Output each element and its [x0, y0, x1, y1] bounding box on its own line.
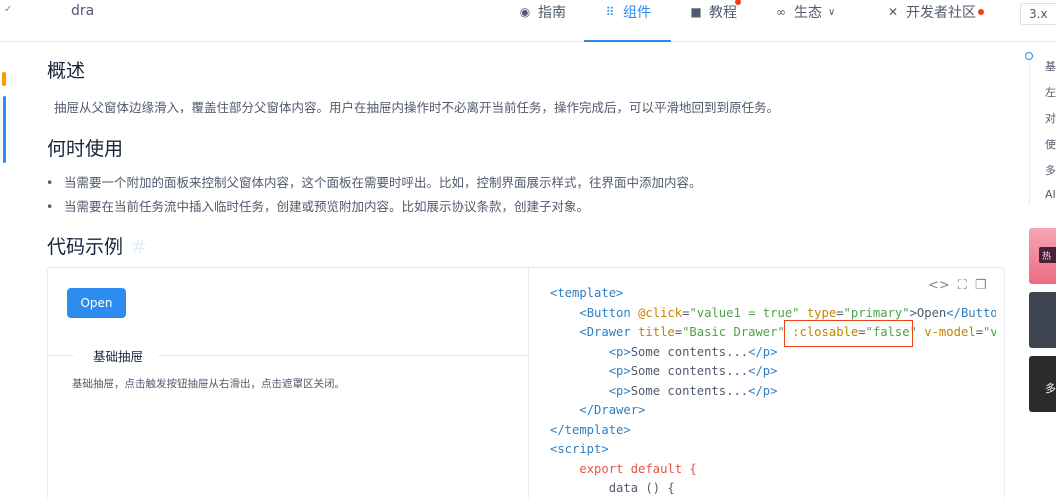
code-line: <p>Some contents...</p> — [550, 362, 996, 382]
anchor-item[interactable]: 对 — [1045, 110, 1056, 126]
divider — [48, 355, 74, 356]
open-drawer-button[interactable]: Open — [67, 288, 126, 318]
list-item: 当需要一个附加的面板来控制父窗体内容，这个面板在需要时呼出。比如，控制界面展示样… — [46, 172, 702, 196]
overview-text: 抽屉从父窗体边缘滑入，覆盖住部分父窗体内容。用户在抽屉内操作时不必离开当前任务，… — [54, 100, 780, 115]
anchor-rail — [1029, 60, 1030, 205]
video-icon: ■ — [690, 5, 702, 19]
code-token: v-model — [916, 325, 976, 339]
nav-label: 开发者社区 — [906, 5, 976, 21]
code-token: export default { — [579, 461, 697, 476]
sidebar-active-indicator — [3, 96, 6, 163]
code-token: Some contents... — [630, 364, 749, 378]
sponsor-card[interactable]: 多 — [1029, 356, 1056, 412]
code-line: <script> — [550, 440, 996, 460]
when-to-use-list: 当需要一个附加的面板来控制父窗体内容，这个面板在需要时呼出。比如，控制界面展示样… — [46, 172, 702, 220]
code-token: "Basic Drawer" — [682, 325, 785, 339]
anchor-item[interactable]: 多 — [1045, 162, 1056, 178]
nav-label: 组件 — [623, 5, 651, 21]
examples-heading: 代码示例 # — [47, 232, 147, 259]
code-token: </p> — [748, 344, 778, 359]
code-token: </Button — [946, 305, 996, 320]
code-line: export default { — [550, 460, 996, 480]
code-line: <p>Some contents...</p> — [550, 343, 996, 363]
nav-item-guide[interactable]: ◉ 指南 — [518, 2, 566, 22]
chevron-down-icon: ∨ — [828, 6, 836, 18]
divider — [158, 355, 528, 356]
nav-item-community[interactable]: ✕ 开发者社区 — [886, 2, 976, 22]
code-token: </p> — [748, 364, 778, 378]
code-token: >Open — [909, 305, 947, 320]
nav-label: 指南 — [538, 5, 566, 21]
code-token: type — [799, 305, 837, 320]
anchor-active-dot — [1025, 52, 1033, 60]
code-token: <Button — [579, 305, 639, 320]
list-item: 当需要在当前任务流中插入临时任务，创建或预览附加内容。比如展示协议条款，创建子对… — [46, 196, 702, 220]
code-token: Some contents... — [630, 344, 749, 359]
code-token: <p> — [608, 383, 631, 398]
code-token: <p> — [608, 364, 631, 378]
code-token: <script> — [550, 442, 609, 456]
nav-label: 生态 — [794, 5, 822, 21]
heading-text: 何时使用 — [47, 138, 124, 160]
search-input[interactable]: dra — [71, 3, 94, 19]
sponsor-tag: 热 — [1039, 247, 1056, 263]
when-to-use-heading: 何时使用 — [47, 134, 123, 161]
caret-icon[interactable]: ✓ — [4, 4, 12, 15]
code-line: </Drawer> — [550, 401, 996, 421]
code-token: = — [674, 325, 683, 339]
code-token: </template> — [550, 422, 631, 437]
anchor-item[interactable]: 左 — [1045, 84, 1056, 100]
top-navbar: ✓ dra ◉ 指南 ⠿ 组件 ■ 教程 ∞ 生态 ∨ ✕ 开发者社区 3.x — [0, 0, 1056, 42]
anchor-hash-link[interactable]: # — [131, 236, 147, 258]
nav-item-ecosystem[interactable]: ∞ 生态 ∨ — [774, 2, 835, 22]
sponsor-card[interactable] — [1029, 292, 1056, 348]
grid-icon: ⠿ — [605, 5, 615, 19]
code-line: data () { — [550, 479, 996, 498]
demo-title: 基础抽屉 — [93, 349, 144, 364]
code-line: <template> — [550, 284, 996, 304]
code-token: "va — [982, 325, 996, 339]
nav-item-tutorial[interactable]: ■ 教程 — [689, 2, 737, 22]
version-select[interactable]: 3.x — [1020, 3, 1056, 25]
demo-split — [528, 268, 529, 498]
overview-heading: 概述 — [47, 60, 86, 82]
code-token: </p> — [748, 383, 778, 398]
nav-label: 教程 — [709, 5, 737, 21]
code-line: <Button @click="value1 = true" type="pri… — [550, 304, 996, 324]
code-token: <Drawer — [579, 325, 639, 339]
code-token: = — [975, 325, 983, 339]
infinity-icon: ∞ — [776, 5, 786, 19]
code-token: Some contents... — [630, 383, 749, 398]
code-token: <template> — [550, 286, 624, 300]
code-token: "primary" — [843, 305, 910, 320]
anchor-item[interactable]: 基 — [1045, 58, 1056, 74]
code-token: "value1 = true" — [689, 305, 800, 320]
heading-text: 代码示例 — [47, 236, 124, 258]
nav-item-components[interactable]: ⠿ 组件 — [603, 2, 651, 22]
code-token: </Drawer> — [579, 403, 646, 417]
code-line: <p>Some contents...</p> — [550, 382, 996, 402]
sidebar-marker — [2, 72, 6, 86]
code-line: <Drawer title="Basic Drawer" :closable="… — [550, 323, 996, 343]
code-token: data () { — [608, 481, 675, 495]
tools-icon: ✕ — [887, 5, 899, 19]
code-line: </template> — [550, 421, 996, 441]
code-block: <template> <Button @click = "value1 = true… — [550, 284, 996, 498]
demo-card: Open 基础抽屉 基础抽屉，点击触发按钮抽屉从右滑出，点击遮罩区关闭。 <> … — [47, 267, 1005, 498]
notification-dot — [735, 0, 741, 5]
highlight-box — [784, 320, 913, 347]
notification-dot — [978, 9, 984, 15]
code-token: <p> — [608, 344, 631, 359]
active-tab-indicator — [584, 40, 671, 42]
code-token: @click — [638, 305, 683, 320]
code-token: = — [836, 305, 844, 320]
compass-icon: ◉ — [519, 5, 531, 19]
demo-preview: Open 基础抽屉 基础抽屉，点击触发按钮抽屉从右滑出，点击遮罩区关闭。 — [48, 268, 528, 498]
demo-description: 基础抽屉，点击触发按钮抽屉从右滑出，点击遮罩区关闭。 — [72, 378, 345, 390]
anchor-item[interactable]: AI — [1045, 188, 1056, 201]
anchor-item[interactable]: 使 — [1045, 136, 1056, 152]
code-token: title — [638, 325, 675, 339]
